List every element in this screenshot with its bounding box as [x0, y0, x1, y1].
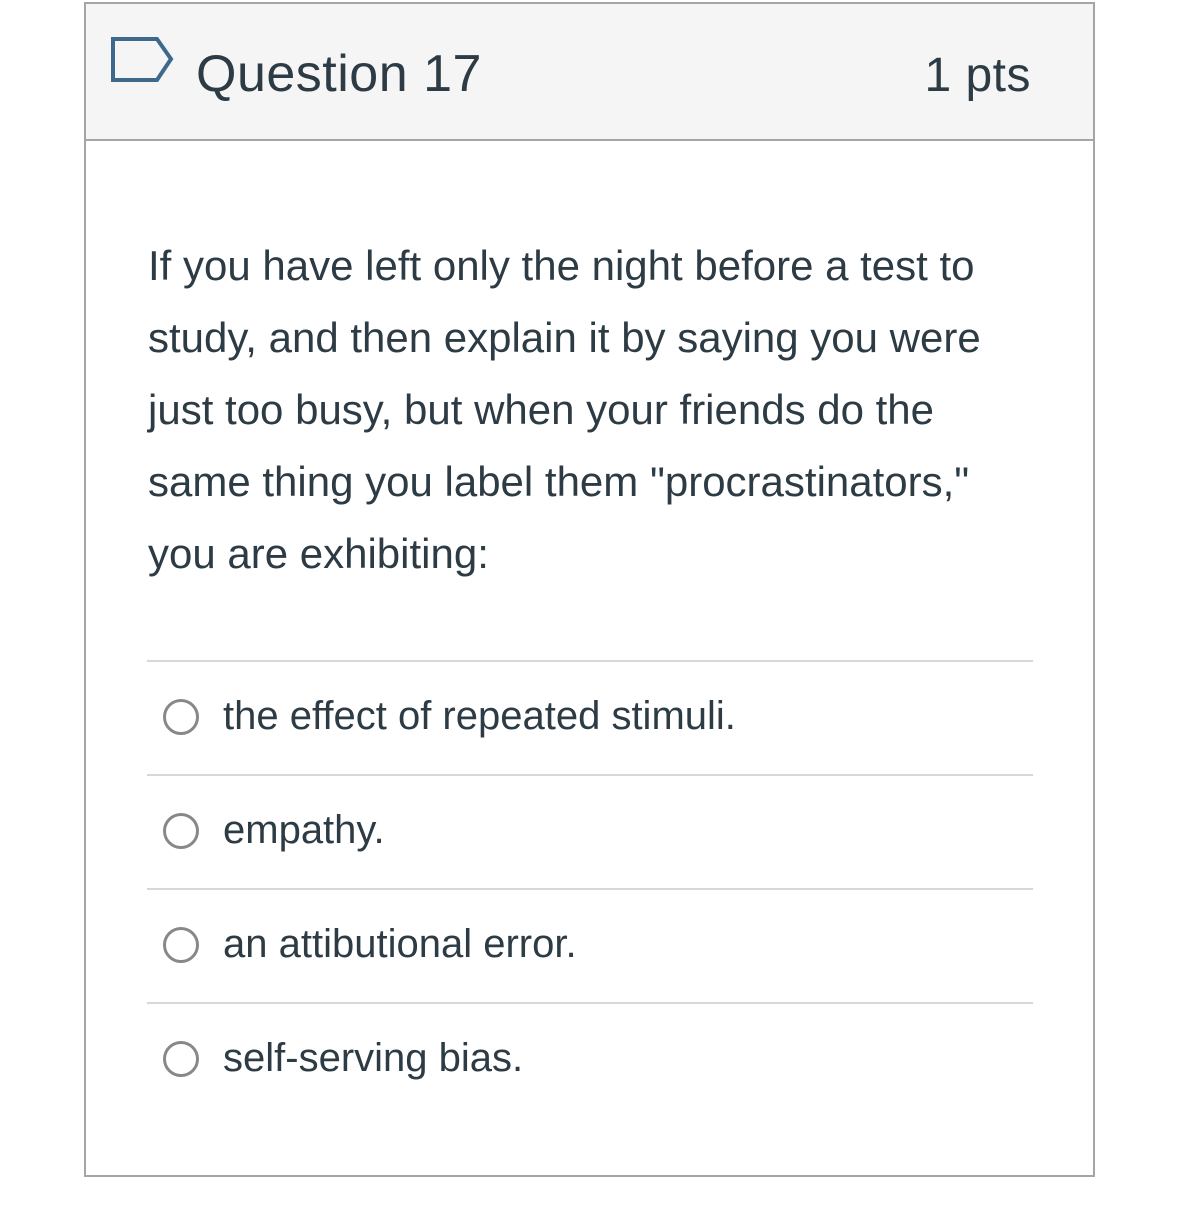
answer-list: the effect of repeated stimuli. empathy.…: [147, 660, 1033, 1116]
question-title: Question 17: [196, 45, 482, 103]
radio-button-icon[interactable]: [163, 1041, 199, 1077]
answer-label[interactable]: the effect of repeated stimuli.: [223, 688, 736, 744]
answer-option[interactable]: the effect of repeated stimuli.: [147, 660, 1033, 774]
answer-label[interactable]: self-serving bias.: [223, 1030, 523, 1086]
answer-label[interactable]: an attibutional error.: [223, 916, 577, 972]
radio-button-icon[interactable]: [163, 813, 199, 849]
radio-button-icon[interactable]: [163, 699, 199, 735]
question-card: Question 17 1 pts If you have left only …: [84, 2, 1095, 1177]
question-text: If you have left only the night before a…: [148, 242, 981, 577]
answer-option[interactable]: an attibutional error.: [147, 888, 1033, 1002]
question-points: 1 pts: [924, 49, 1031, 102]
answer-label[interactable]: empathy.: [223, 802, 385, 858]
answer-option[interactable]: self-serving bias.: [147, 1002, 1033, 1116]
flag-question-icon[interactable]: [110, 36, 176, 90]
radio-button-icon[interactable]: [163, 927, 199, 963]
question-header: Question 17 1 pts: [86, 4, 1093, 141]
answer-option[interactable]: empathy.: [147, 774, 1033, 888]
